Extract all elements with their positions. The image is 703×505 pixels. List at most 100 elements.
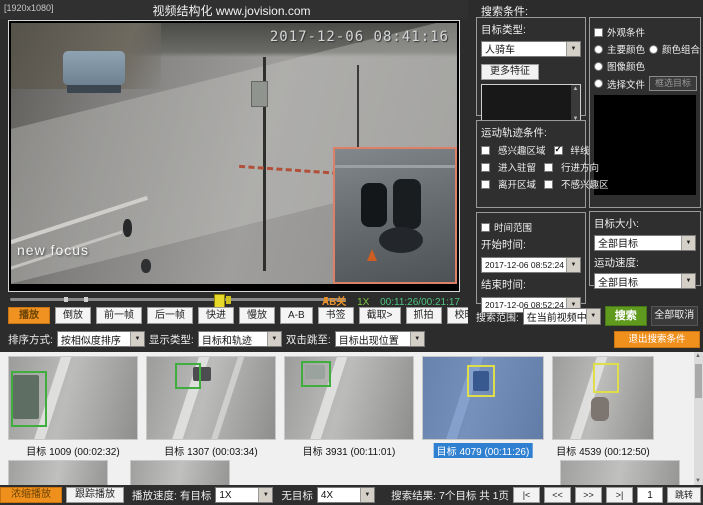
- chevron-down-icon[interactable]: [410, 332, 424, 346]
- target-type-dropdown[interactable]: 人骑车: [481, 41, 581, 57]
- chevron-down-icon[interactable]: [267, 332, 281, 346]
- chevron-down-icon[interactable]: [130, 332, 144, 346]
- thumb-image-1[interactable]: [8, 356, 138, 440]
- exit-search-conditions-button[interactable]: 退出搜索条件: [614, 331, 700, 348]
- sort-mode-label: 排序方式:: [8, 332, 53, 347]
- results-scrollbar[interactable]: ▲ ▼: [694, 352, 703, 485]
- roi-checkbox[interactable]: [481, 146, 490, 155]
- chevron-down-icon[interactable]: [258, 488, 272, 502]
- prev-frame-button[interactable]: 前一帧: [96, 307, 142, 324]
- search-button[interactable]: 搜索: [605, 306, 647, 326]
- listbox-scrollbar[interactable]: ▲▼: [571, 85, 580, 123]
- trajectory-label: 运动轨迹条件:: [481, 125, 581, 140]
- thumb-image-5[interactable]: [552, 356, 654, 440]
- condensed-play-button[interactable]: 浓缩播放: [0, 487, 62, 503]
- result-display-options: 排序方式: 按相似度排序 显示类型: 目标和轨迹 双击跳至: 目标出现位置: [8, 330, 425, 348]
- arrow-up-icon[interactable]: ▲: [573, 85, 579, 93]
- cancel-all-button[interactable]: 全部取消: [651, 306, 698, 326]
- inset-rider-2: [393, 179, 421, 229]
- chevron-down-icon[interactable]: [566, 42, 580, 56]
- playback-timeline: AB关 1X 00:11:26/00:21:17: [8, 293, 462, 306]
- result-thumb-4-selected[interactable]: 目标 4079 (00:11:26): [422, 356, 544, 460]
- bookmark-button[interactable]: 书签: [318, 307, 354, 324]
- timeline-track[interactable]: [10, 298, 346, 301]
- main-color-radio[interactable]: [594, 45, 603, 54]
- thumb-caption: 目标 1009 (00:02:32): [8, 443, 138, 458]
- no-target-label: 无目标: [281, 488, 313, 503]
- enter-dwell-checkbox[interactable]: [481, 163, 490, 172]
- inset-rider-1: [361, 183, 387, 227]
- video-timestamp-osd: 2017-12-06 08:41:16: [270, 29, 449, 45]
- timeline-status: AB关 1X 00:11:26/00:21:17: [322, 293, 460, 308]
- time-range-checkbox[interactable]: [481, 223, 490, 232]
- ab-loop-button[interactable]: A-B: [280, 307, 313, 324]
- time-range-group: 时间范围 开始时间: 2017-12-06 08:52:24 结束时间: 201…: [476, 212, 586, 304]
- bottom-toolbar: 浓缩播放 跟踪播放 播放速度: 有目标 1X 无目标 4X 搜索结果: 7个目标…: [0, 485, 703, 505]
- result-thumb-row2-partial[interactable]: [130, 460, 230, 485]
- chevron-down-icon[interactable]: [586, 309, 600, 324]
- page-number-input[interactable]: [637, 487, 663, 503]
- chevron-down-icon[interactable]: [681, 236, 695, 250]
- trajectory-conditions-group: 运动轨迹条件: 感兴趣区域 绊线 进入驻留 行进方向 离开区域 不感兴趣区: [476, 120, 586, 208]
- next-page-button[interactable]: >>: [575, 487, 602, 503]
- leave-region-checkbox[interactable]: [481, 180, 490, 189]
- color-options-row: 主要颜色 颜色组合: [594, 42, 696, 56]
- choose-file-radio[interactable]: [594, 79, 603, 88]
- appearance-checkbox-row[interactable]: 外观条件: [594, 25, 696, 39]
- fast-forward-button[interactable]: 快进: [198, 307, 234, 324]
- zoom-inset-window: [333, 147, 457, 284]
- image-color-radio[interactable]: [594, 62, 603, 71]
- chevron-down-icon[interactable]: [566, 258, 580, 272]
- no-target-speed-dropdown[interactable]: 4X: [317, 487, 375, 503]
- last-page-button[interactable]: >|: [606, 487, 633, 503]
- chevron-down-icon[interactable]: [360, 488, 374, 502]
- detection-box: [593, 363, 619, 393]
- arrow-down-icon[interactable]: ▼: [695, 478, 701, 484]
- search-scope-dropdown[interactable]: 在当前视频中搜索: [523, 308, 601, 325]
- snapshot-button[interactable]: 抓拍: [406, 307, 442, 324]
- thumb-image-2[interactable]: [146, 356, 276, 440]
- result-thumb-2[interactable]: 目标 1307 (00:03:34): [146, 356, 276, 458]
- with-target-speed-dropdown[interactable]: 1X: [215, 487, 273, 503]
- motion-speed-dropdown[interactable]: 全部目标: [594, 273, 696, 289]
- clip-capture-button[interactable]: 截取>: [359, 307, 401, 324]
- result-thumb-3[interactable]: 目标 3931 (00:11:01): [284, 356, 414, 458]
- timeline-slider-handle-secondary[interactable]: [226, 296, 231, 304]
- result-thumb-row2-partial[interactable]: [8, 460, 108, 485]
- target-size-dropdown[interactable]: 全部目标: [594, 235, 696, 251]
- prev-page-button[interactable]: <<: [544, 487, 571, 503]
- chevron-down-icon[interactable]: [681, 274, 695, 288]
- slow-play-button[interactable]: 慢放: [239, 307, 275, 324]
- timeline-slider-handle[interactable]: [214, 294, 225, 308]
- reverse-play-button[interactable]: 倒放: [55, 307, 91, 324]
- video-structuring-app: [1920x1080] 视频结构化 www.jovision.com 2017-…: [0, 0, 703, 505]
- pick-target-button[interactable]: 框选目标: [649, 76, 697, 91]
- non-roi-checkbox[interactable]: [544, 180, 553, 189]
- first-page-button[interactable]: |<: [513, 487, 540, 503]
- thumb-image-3[interactable]: [284, 356, 414, 440]
- result-thumb-1[interactable]: 目标 1009 (00:02:32): [8, 356, 138, 458]
- thumb-image-4[interactable]: [422, 356, 544, 440]
- feature-listbox[interactable]: ▲▼: [481, 84, 581, 124]
- search-scope-label: 搜索范围:: [476, 309, 519, 324]
- color-combo-radio[interactable]: [649, 45, 658, 54]
- video-watermark: new focus: [17, 242, 89, 258]
- more-features-button[interactable]: 更多特征: [481, 64, 539, 80]
- start-time-dropdown[interactable]: 2017-12-06 08:52:24: [481, 257, 581, 273]
- inset-scooter: [379, 227, 423, 253]
- play-button[interactable]: 播放: [8, 307, 50, 324]
- display-type-dropdown[interactable]: 目标和轨迹: [198, 331, 282, 347]
- appearance-checkbox[interactable]: [594, 28, 603, 37]
- tripwire-checkbox[interactable]: [554, 146, 563, 155]
- sort-mode-dropdown[interactable]: 按相似度排序: [57, 331, 145, 347]
- tracking-play-button[interactable]: 跟踪播放: [66, 487, 124, 503]
- scrollbar-thumb[interactable]: [695, 364, 702, 398]
- arrow-up-icon[interactable]: ▲: [695, 353, 701, 359]
- direction-checkbox[interactable]: [544, 163, 553, 172]
- next-frame-button[interactable]: 后一帧: [147, 307, 193, 324]
- result-thumb-5[interactable]: 目标 4539 (00:12:50): [552, 356, 654, 458]
- jump-to-page-button[interactable]: 跳转: [667, 487, 701, 503]
- double-click-jump-dropdown[interactable]: 目标出现位置: [335, 331, 425, 347]
- time-range-checkbox-row[interactable]: 时间范围: [481, 220, 581, 234]
- result-thumb-row2-partial[interactable]: [560, 460, 680, 485]
